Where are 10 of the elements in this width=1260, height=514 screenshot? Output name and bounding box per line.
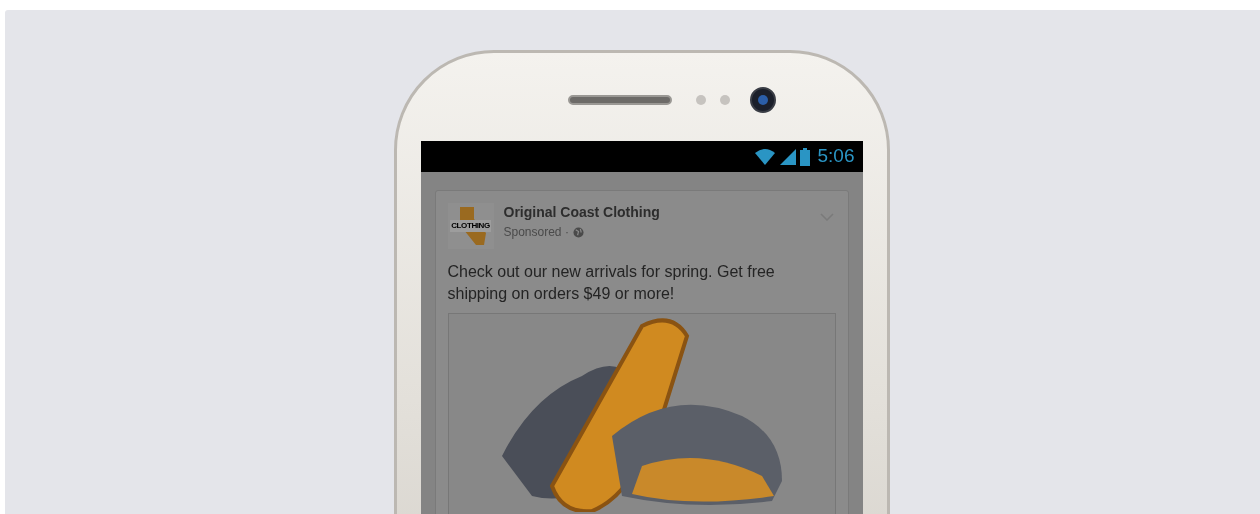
status-time: 5:06 [817,144,855,169]
page-name[interactable]: Original Coast Clothing [503,203,660,221]
sponsored-label: Sponsored · [503,224,569,241]
signal-icon [779,148,796,165]
globe-icon [572,226,584,238]
wifi-icon [753,147,776,166]
camera-lens [749,87,776,113]
brand-logo: CLOTHING [447,203,494,249]
ad-message: Check out our new arrivals for spring. Get free shipping on orders $49 or more! [447,262,776,304]
battery-icon [799,147,810,166]
